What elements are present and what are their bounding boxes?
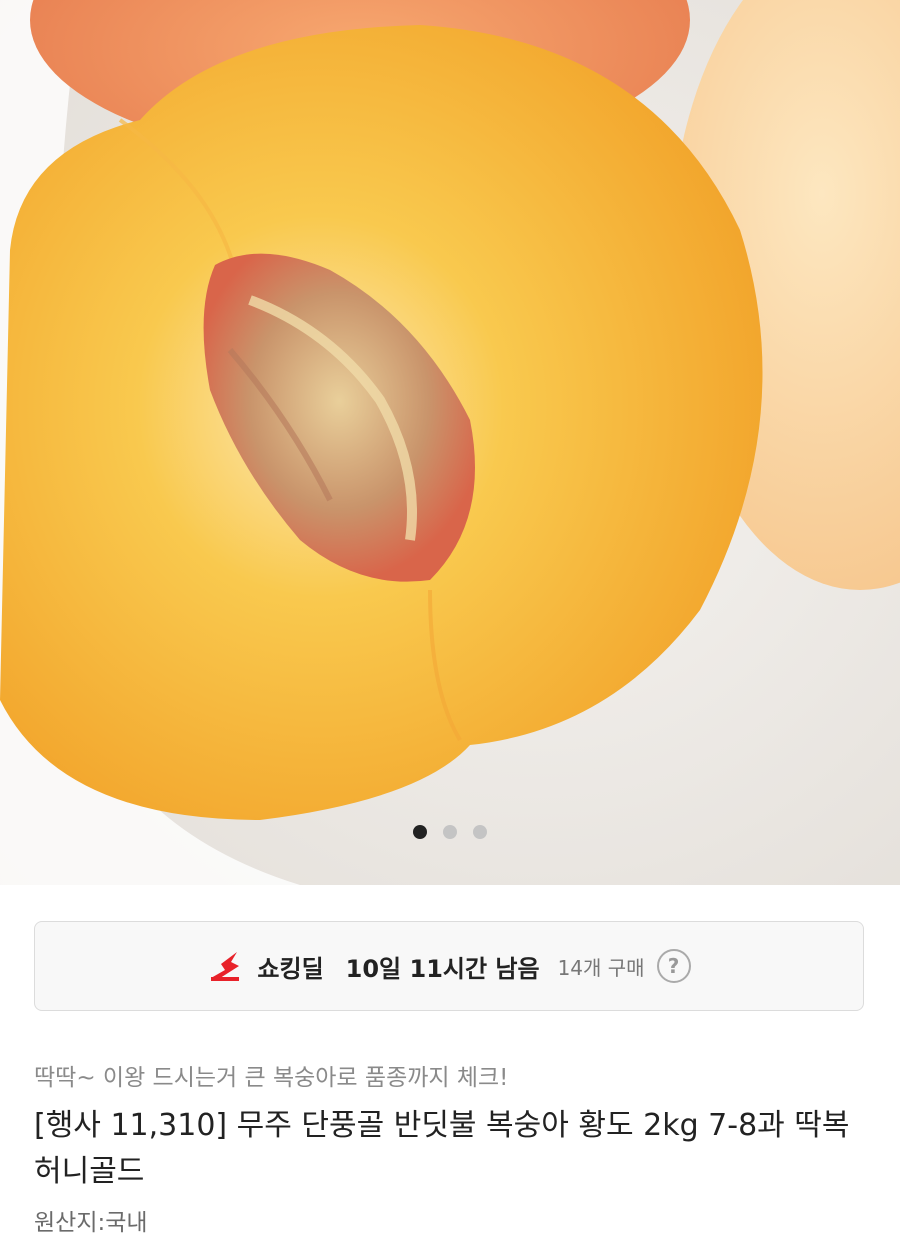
deal-remaining-time: 10일 11시간 남음 [345, 954, 540, 983]
product-title: [행사 11,310] 무주 단풍골 반딧불 복숭아 황도 2kg 7-8과 딱… [34, 1108, 850, 1189]
purchase-count: 14개 구매 [557, 955, 645, 980]
product-image[interactable] [0, 0, 900, 885]
shocking-deal-banner: 쇼킹딜 10일 11시간 남음 14개 구매 ? [34, 921, 864, 1011]
carousel-dot-3[interactable] [473, 825, 487, 839]
help-icon[interactable]: ? [656, 949, 691, 983]
product-subtitle: 딱딱~ 이왕 드시는거 큰 복숭아로 품종까지 체크! [34, 1065, 509, 1091]
carousel-dot-2[interactable] [443, 825, 457, 839]
peach-illustration [0, 0, 900, 885]
carousel-dot-1[interactable] [413, 825, 427, 839]
shocking-deal-icon [211, 952, 240, 981]
carousel-indicator [0, 825, 900, 839]
product-origin: 원산지:국내 [34, 1210, 148, 1236]
deal-title: 쇼킹딜 [257, 954, 324, 983]
